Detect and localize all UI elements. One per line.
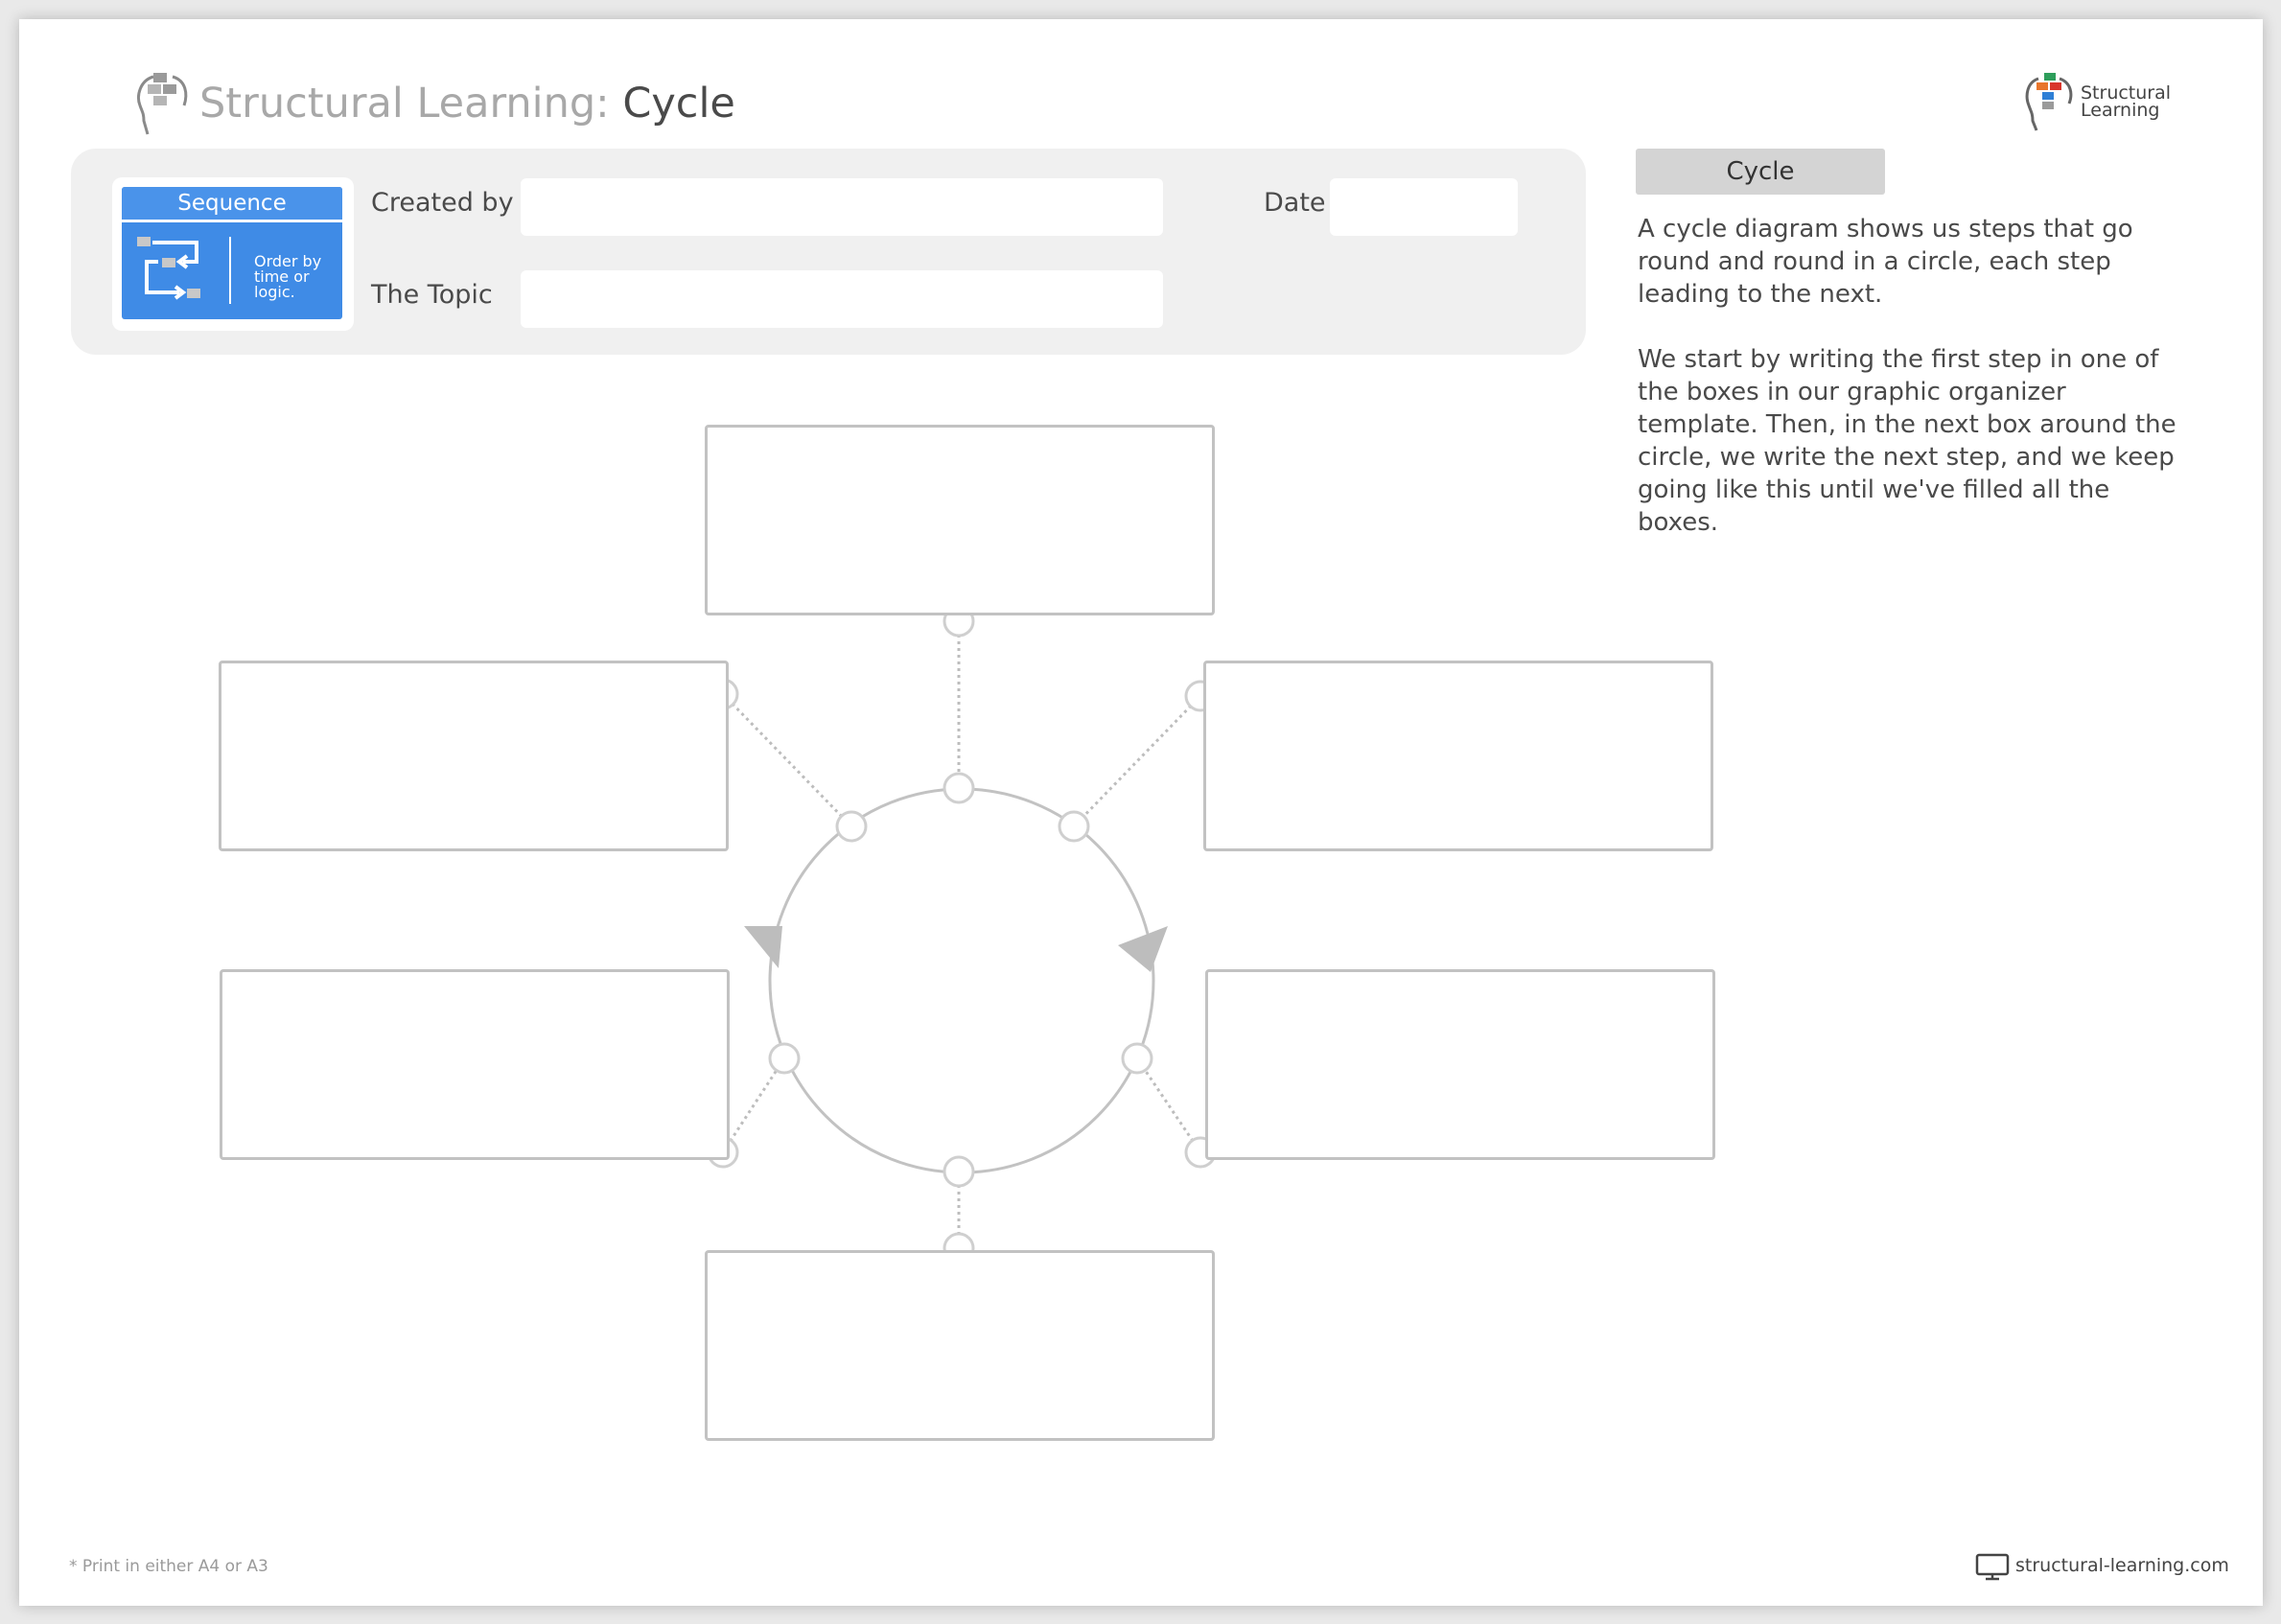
- step-box-upper-right[interactable]: [1203, 661, 1713, 851]
- connector-upper-right: [1074, 696, 1200, 826]
- node-circle-lower-right: [1123, 1044, 1152, 1073]
- right-arrow-icon: [1118, 926, 1168, 972]
- step-box-lower-right[interactable]: [1205, 969, 1715, 1160]
- connector-lower-left: [723, 1058, 784, 1152]
- website-link[interactable]: structural-learning.com: [1975, 1553, 2010, 1582]
- step-box-top[interactable]: [705, 425, 1215, 615]
- node-circle-upper-left: [837, 812, 866, 841]
- node-circle-upper-right: [1059, 812, 1088, 841]
- node-circle-bottom: [944, 1157, 973, 1186]
- monitor-icon: [1975, 1553, 2010, 1582]
- step-box-bottom[interactable]: [705, 1250, 1215, 1441]
- step-box-lower-left[interactable]: [220, 969, 730, 1160]
- left-arrow-icon: [744, 926, 782, 968]
- node-circle-top: [944, 774, 973, 802]
- node-circle-lower-left: [770, 1044, 799, 1073]
- website-text: structural-learning.com: [2015, 1555, 2229, 1576]
- cycle-circle: [770, 789, 1153, 1172]
- print-note: * Print in either A4 or A3: [69, 1557, 268, 1576]
- connector-upper-left: [723, 694, 851, 826]
- step-box-upper-left[interactable]: [219, 661, 729, 851]
- connector-lower-right: [1137, 1058, 1200, 1152]
